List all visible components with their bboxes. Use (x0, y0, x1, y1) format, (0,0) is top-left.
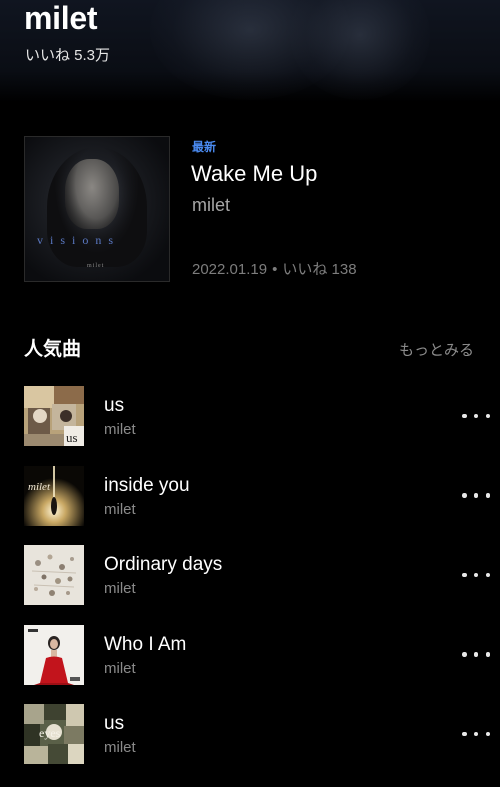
latest-date: 2022.01.19 (192, 261, 268, 278)
red-dress-art-icon (24, 624, 84, 685)
meta-separator: • (272, 261, 278, 278)
svg-text:us: us (66, 430, 78, 445)
see-more-link[interactable]: もっとみる (399, 341, 474, 361)
latest-artist: milet (192, 195, 231, 215)
artist-page: milet いいね 5.3万 visions milet 最新 Wake Me … (0, 0, 500, 787)
popular-songs-list: us us milet milet inside you milet Ordin… (24, 386, 490, 784)
svg-text:eyes: eyes (39, 726, 61, 740)
song-artwork[interactable] (24, 624, 84, 685)
artist-name: milet (24, 0, 98, 36)
song-title: Who I Am (104, 633, 187, 655)
song-row[interactable]: Who I Am milet (24, 624, 490, 685)
more-options-icon[interactable] (462, 484, 490, 508)
song-row[interactable]: milet inside you milet (24, 465, 490, 526)
song-row[interactable]: eyes us milet (24, 704, 490, 764)
cover-title-text: visions (37, 233, 121, 247)
song-artist: milet (104, 739, 136, 756)
more-options-icon[interactable] (462, 643, 490, 667)
latest-cover-art[interactable]: visions milet (24, 136, 170, 282)
artist-hero: milet いいね 5.3万 (0, 0, 500, 102)
song-title: us (104, 395, 125, 416)
song-artist: milet (104, 659, 136, 677)
latest-release[interactable]: visions milet 最新 Wake Me Up milet 2022.0… (24, 136, 476, 282)
song-row[interactable]: us us milet (24, 386, 490, 446)
latest-badge: 最新 (192, 140, 217, 154)
song-artist: milet (104, 580, 136, 597)
song-artwork[interactable]: us (24, 386, 84, 446)
popular-songs-title: 人気曲 (24, 339, 82, 360)
artist-likes: いいね 5.3万 (25, 47, 111, 64)
cover-artist-text: milet (87, 263, 105, 269)
latest-likes: いいね 138 (282, 261, 357, 278)
song-title: us (104, 713, 125, 734)
eyes-collage-art-icon: eyes (24, 704, 84, 764)
white-collage-art-icon (24, 545, 84, 605)
more-options-icon[interactable] (462, 404, 490, 428)
song-artwork[interactable] (24, 545, 84, 605)
latest-title: Wake Me Up (191, 161, 318, 186)
more-options-icon[interactable] (462, 722, 490, 746)
song-artwork[interactable]: milet (24, 465, 84, 526)
svg-text:milet: milet (28, 481, 51, 493)
latest-meta: 2022.01.19 • いいね 138 (192, 260, 357, 280)
cover-shadow (47, 147, 147, 267)
song-row[interactable]: Ordinary days milet (24, 545, 490, 605)
collage-art-icon: us (24, 386, 84, 446)
popular-songs-header: 人気曲 もっとみる (24, 336, 476, 366)
song-artwork[interactable]: eyes (24, 704, 84, 764)
song-artist: milet (104, 500, 136, 518)
song-artist: milet (104, 421, 136, 438)
song-title: inside you (104, 474, 190, 496)
song-title: Ordinary days (104, 554, 223, 575)
more-options-icon[interactable] (462, 563, 490, 587)
spotlight-art-icon: milet (24, 465, 84, 526)
